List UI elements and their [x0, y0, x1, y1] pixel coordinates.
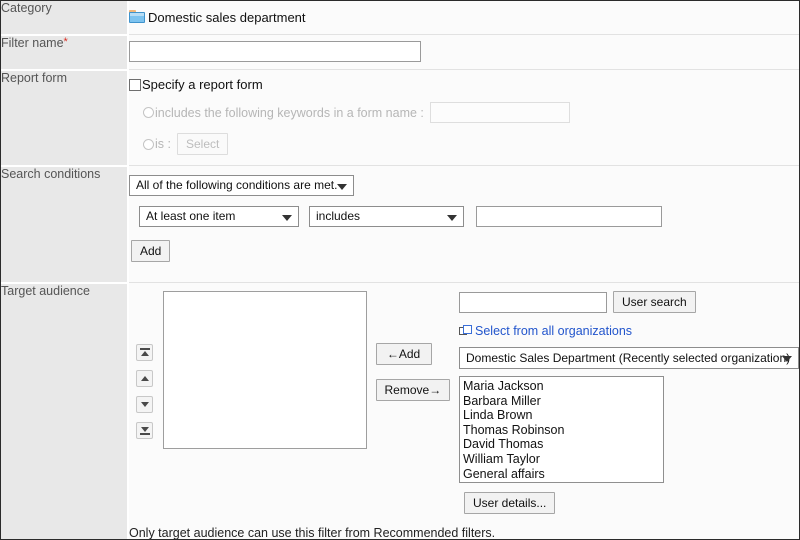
list-item[interactable]: Thomas Robinson — [463, 423, 660, 438]
report-form-is-option-row[interactable]: is : Select — [143, 133, 799, 155]
condition-field-select-value: At least one item — [146, 209, 236, 223]
add-member-button[interactable]: ←Add — [375, 343, 432, 365]
row-field-search-conditions: All of the following conditions are met.… — [128, 165, 799, 283]
chevron-down-icon — [337, 183, 347, 190]
condition-field-select[interactable]: At least one item — [139, 206, 299, 227]
move-to-bottom-button[interactable] — [136, 422, 154, 439]
report-form-keyword-option-row[interactable]: includes the following keywords in a for… — [143, 102, 799, 123]
required-asterisk: * — [63, 35, 68, 48]
row-label-search-conditions: Search conditions — [1, 165, 129, 284]
list-item[interactable]: General affairs — [463, 467, 660, 482]
condition-match-select[interactable]: All of the following conditions are met. — [129, 175, 354, 196]
list-item[interactable]: Maria Jackson — [463, 379, 660, 394]
report-form-keyword-label: includes the following keywords in a for… — [155, 105, 424, 120]
user-search-button[interactable]: User search — [613, 291, 696, 313]
report-form-is-label: is : — [155, 137, 171, 151]
filter-name-input[interactable] — [129, 41, 421, 62]
condition-keyword-input[interactable] — [476, 206, 662, 227]
select-from-all-organizations-label: Select from all organizations — [475, 324, 633, 338]
row-label-report-form: Report form — [1, 69, 129, 167]
table-row-report-form: Report form Specify a report form includ… — [1, 69, 799, 167]
organization-select[interactable]: Domestic Sales Department (Recently sele… — [459, 347, 799, 369]
condition-operator-select-value: includes — [316, 209, 361, 223]
transfer-buttons-group: ←Add Remove→ — [375, 291, 455, 415]
candidate-members-listbox[interactable]: Maria Jackson Barbara Miller Linda Brown… — [459, 376, 664, 483]
report-form-is-radio[interactable] — [143, 138, 154, 150]
report-form-label-text: Report form — [1, 70, 67, 85]
remove-member-button[interactable]: Remove→ — [375, 379, 451, 401]
window-select-icon — [459, 324, 472, 338]
list-item[interactable]: David Thomas — [463, 437, 660, 452]
chevron-down-icon — [782, 356, 792, 362]
row-field-target-audience: ←Add Remove→ User search Select from all… — [128, 282, 799, 540]
specify-report-form-checkbox[interactable] — [129, 79, 141, 91]
condition-match-select-value: All of the following conditions are met. — [136, 178, 338, 192]
row-label-target-audience: Target audience — [1, 282, 129, 539]
table-row-search-conditions: Search conditions All of the following c… — [1, 165, 799, 284]
user-search-input[interactable] — [459, 291, 607, 313]
list-item[interactable]: Barbara Miller — [463, 394, 660, 409]
row-label-filter-name: Filter name* — [1, 34, 129, 71]
add-condition-button[interactable]: Add — [131, 240, 171, 262]
row-field-filter-name — [128, 34, 799, 70]
candidate-panel: User search Select from all organization… — [459, 291, 799, 514]
report-form-keyword-input[interactable] — [429, 102, 570, 123]
target-audience-note: Only target audience can use this filter… — [129, 526, 496, 540]
row-label-category: Category — [1, 1, 129, 36]
selected-members-listbox[interactable] — [162, 291, 367, 449]
table-row-filter-name: Filter name* — [1, 34, 799, 71]
category-label-text: Category — [1, 1, 52, 15]
organization-select-value: Domestic Sales Department (Recently sele… — [466, 351, 791, 365]
filter-name-label-text: Filter name — [1, 35, 64, 50]
user-details-button[interactable]: User details... — [464, 492, 556, 514]
table-row-category: Category Domestic sales department — [1, 1, 799, 36]
condition-operator-select[interactable]: includes — [309, 206, 464, 227]
report-form-keyword-radio[interactable] — [143, 107, 154, 118]
move-down-button[interactable] — [136, 396, 154, 413]
chevron-down-icon — [447, 214, 457, 221]
row-field-report-form: Specify a report form includes the follo… — [128, 69, 799, 166]
folder-icon — [129, 10, 145, 24]
table-row-target-audience: Target audience ←Add Remove→ User search… — [1, 282, 799, 540]
row-field-category: Domestic sales department — [128, 1, 799, 35]
chevron-down-icon — [282, 214, 292, 221]
specify-report-form-label: Specify a report form — [142, 77, 263, 92]
select-from-all-organizations-link[interactable]: Select from all organizations — [459, 324, 799, 338]
settings-table: Category Domestic sales department Filte… — [1, 1, 799, 540]
move-up-button[interactable] — [136, 370, 154, 387]
filter-settings-form: Category Domestic sales department Filte… — [0, 0, 800, 540]
target-audience-label-text: Target audience — [1, 283, 90, 298]
order-buttons-group — [132, 291, 158, 448]
search-conditions-label-text: Search conditions — [1, 166, 101, 181]
specify-report-form-row[interactable]: Specify a report form — [129, 77, 799, 93]
report-form-select-button[interactable]: Select — [176, 133, 229, 155]
move-to-top-button[interactable] — [136, 344, 154, 361]
category-value: Domestic sales department — [148, 9, 306, 25]
list-item[interactable]: Linda Brown — [463, 408, 660, 423]
list-item[interactable]: William Taylor — [463, 452, 660, 467]
